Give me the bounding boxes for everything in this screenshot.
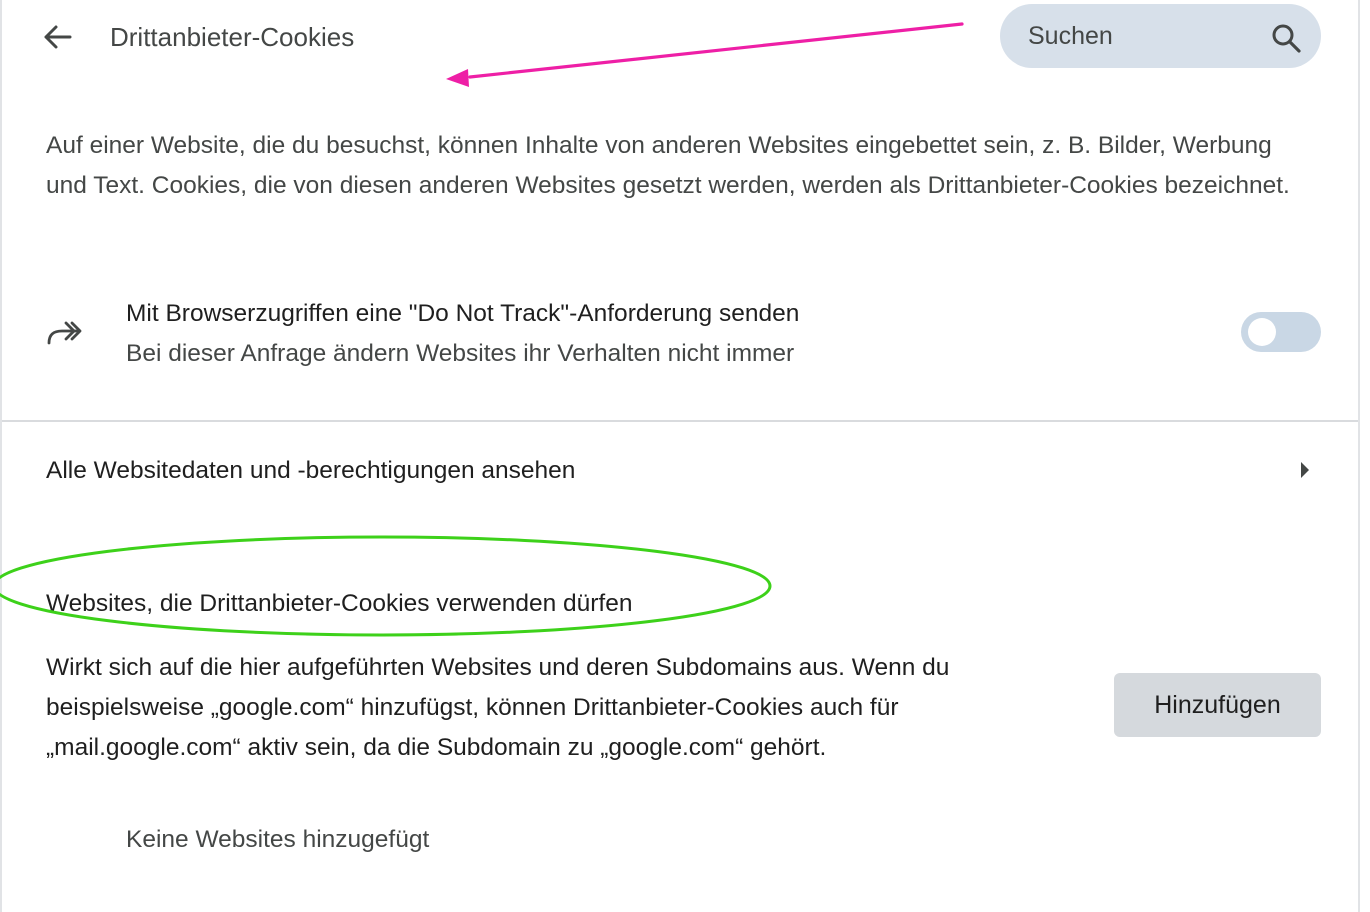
settings-page: Drittanbieter-Cookies Auf einer Website,… <box>0 0 1360 912</box>
allowed-sites-heading: Websites, die Drittanbieter-Cookies verw… <box>46 590 633 617</box>
section-divider <box>2 420 1358 422</box>
back-button[interactable] <box>36 16 78 58</box>
chevron-right-icon <box>1301 462 1309 478</box>
arrow-left-icon <box>44 25 72 49</box>
page-header: Drittanbieter-Cookies <box>2 0 1358 76</box>
do-not-track-toggle[interactable] <box>1241 312 1321 352</box>
do-not-track-row: Mit Browserzugriffen eine "Do Not Track"… <box>2 292 1358 376</box>
all-site-data-link[interactable]: Alle Websitedaten und -berechtigungen an… <box>2 424 1358 518</box>
search-icon[interactable] <box>1270 22 1302 54</box>
search-input[interactable] <box>1028 20 1258 52</box>
double-forward-arrow-icon <box>47 321 82 345</box>
allowed-sites-description: Wirkt sich auf die hier aufgeführten Web… <box>46 654 950 761</box>
page-description: Auf einer Website, die du besuchst, könn… <box>46 132 1290 199</box>
do-not-track-title: Mit Browserzugriffen eine "Do Not Track"… <box>126 300 800 327</box>
page-title: Drittanbieter-Cookies <box>110 22 355 52</box>
all-site-data-label: Alle Websitedaten und -berechtigungen an… <box>46 457 576 484</box>
add-site-button[interactable]: Hinzufügen <box>1114 673 1321 737</box>
do-not-track-subtitle: Bei dieser Anfrage ändern Websites ihr V… <box>126 340 795 367</box>
search-box[interactable] <box>1000 4 1321 68</box>
no-sites-text: Keine Websites hinzugefügt <box>126 826 430 853</box>
toggle-knob <box>1248 318 1276 346</box>
